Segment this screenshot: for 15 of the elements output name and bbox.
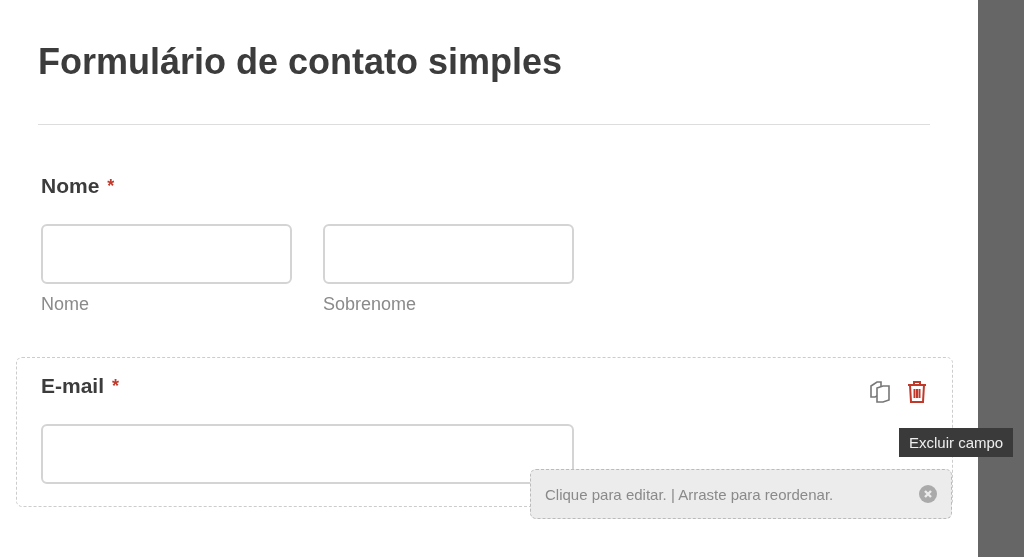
email-field[interactable] — [41, 424, 574, 484]
trash-icon[interactable] — [906, 380, 928, 404]
form-title: Formulário de contato simples — [38, 40, 564, 84]
field-label: E-mail — [41, 374, 105, 398]
tooltip: Excluir campo — [899, 428, 1014, 457]
sublabel: Sobrenome — [323, 294, 418, 315]
input-field[interactable] — [41, 224, 292, 284]
required-mark: * — [107, 175, 115, 197]
close-icon[interactable] — [919, 485, 937, 503]
hint-text: Clique para editar. | Arraste para reordenar. — [545, 485, 834, 503]
sublabel: Nome — [41, 294, 90, 315]
input-field[interactable] — [323, 224, 574, 284]
duplicate-icon[interactable] — [868, 380, 892, 404]
required-mark: * — [112, 375, 120, 397]
field-label: Nome — [41, 174, 100, 198]
